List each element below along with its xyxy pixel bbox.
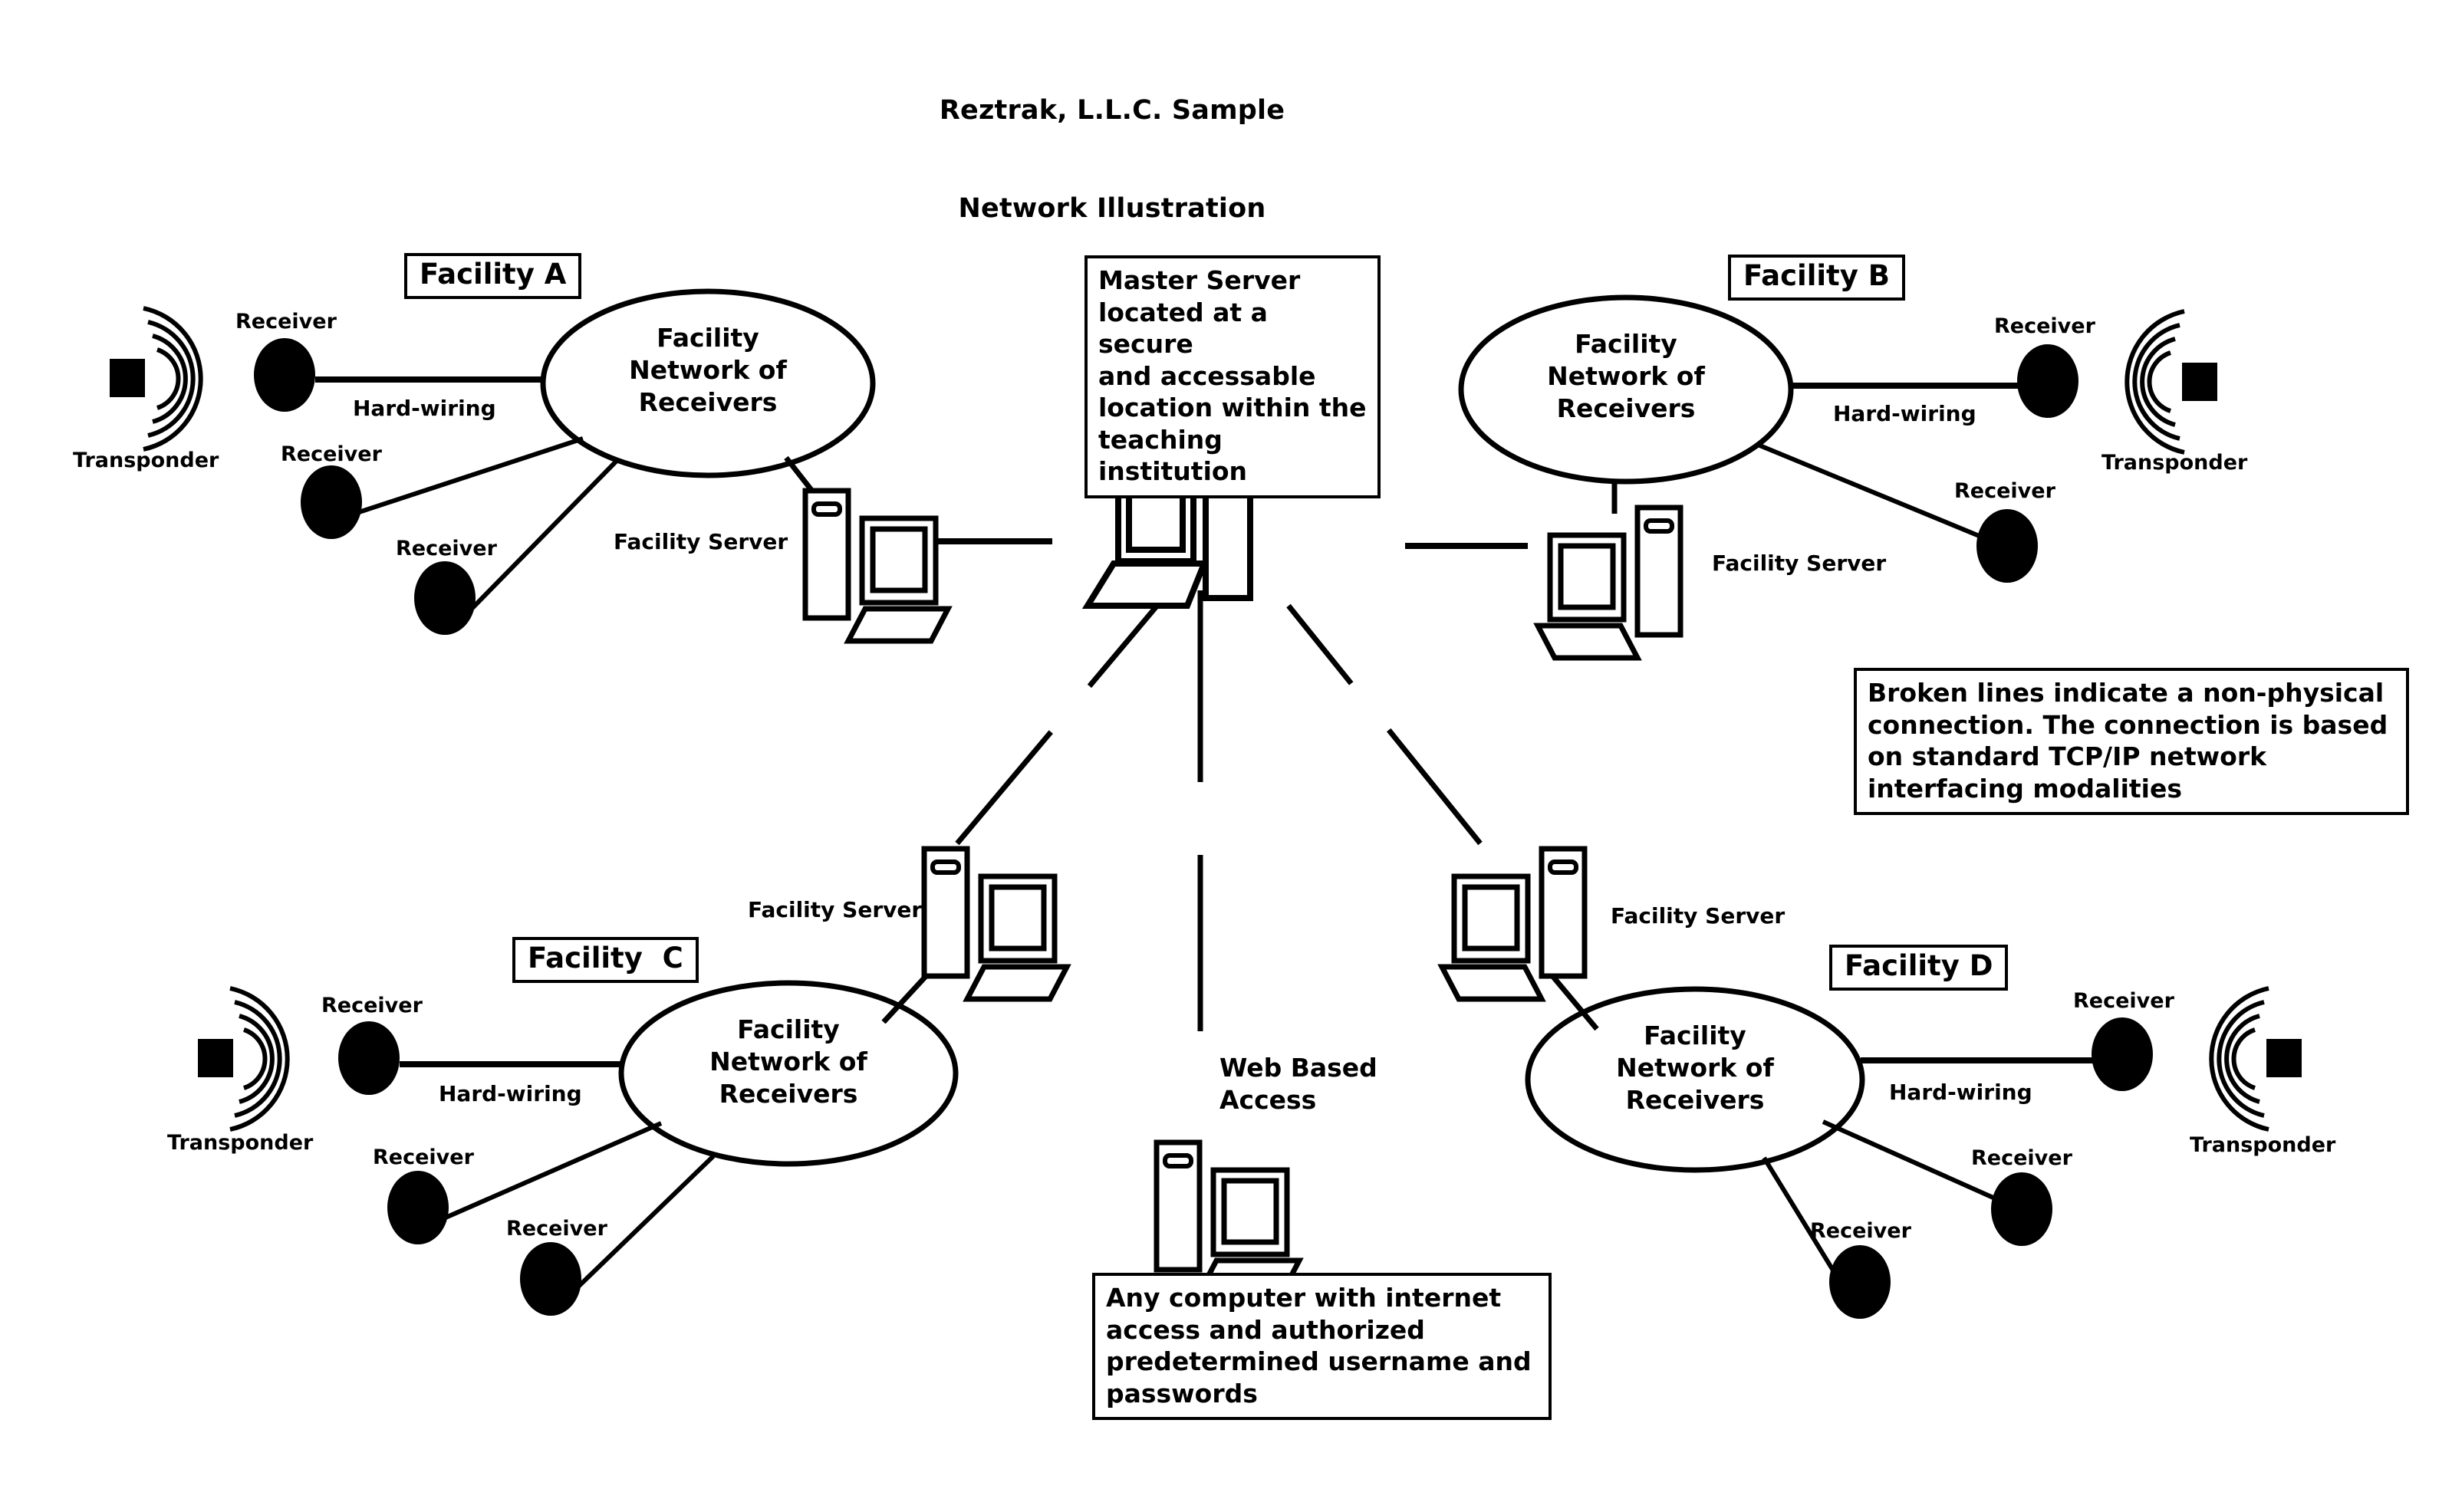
facility-a-group xyxy=(110,288,1074,641)
diagram-canvas: Reztrak, L.L.C. Sample Network Illustrat… xyxy=(0,0,2452,1512)
facility-b-server-label: Facility Server xyxy=(1712,551,1887,576)
facility-d-link-3 xyxy=(1762,1156,1837,1274)
facility-c-receiver-3-label: Receiver xyxy=(506,1217,607,1241)
facility-b-transponder-box xyxy=(2182,363,2217,401)
facility-a-receiver-3 xyxy=(414,561,476,635)
facility-b-cloud-label: Facility Network of Receivers xyxy=(1547,329,1705,424)
facility-d-link-2 xyxy=(1822,1119,1996,1201)
facility-d-receiver-1 xyxy=(2092,1017,2153,1091)
facility-a-server-label: Facility Server xyxy=(614,529,788,554)
facility-d-to-master-link xyxy=(1286,603,1483,846)
facility-c-to-master-link xyxy=(955,600,1162,846)
master-server-group xyxy=(1081,465,1253,1031)
page-title: Reztrak, L.L.C. Sample Network Illustrat… xyxy=(897,29,1327,291)
facility-b-transponder-waves-icon xyxy=(2127,311,2184,452)
facility-d-server-icon xyxy=(1442,849,1585,999)
facility-d-receiver-2-label: Receiver xyxy=(1971,1146,2072,1170)
facility-b-hard-wiring-label: Hard-wiring xyxy=(1833,401,1976,426)
facility-a-transponder-waves-icon xyxy=(143,308,201,449)
facility-b-receiver-2-label: Receiver xyxy=(1954,479,2055,503)
facility-d-server-label: Facility Server xyxy=(1611,903,1786,929)
facility-a-tag: Facility A xyxy=(404,253,582,299)
facility-a-server-icon xyxy=(805,491,948,641)
facility-c-server-icon xyxy=(924,849,1067,999)
facility-a-transponder-label: Transponder xyxy=(73,449,219,472)
facility-a-transponder-box xyxy=(110,359,145,397)
facility-a-receiver-2-label: Receiver xyxy=(281,442,382,466)
facility-c-receiver-2-label: Receiver xyxy=(373,1146,474,1169)
facility-c-cloud-label: Facility Network of Receivers xyxy=(709,1014,867,1109)
web-access-note: Any computer with internet access and au… xyxy=(1092,1273,1552,1421)
facility-c-transponder-waves-icon xyxy=(230,988,288,1129)
facility-d-cloud-label: Facility Network of Receivers xyxy=(1616,1021,1774,1116)
facility-c-server-label: Facility Server xyxy=(748,897,923,922)
facility-c-receiver-1 xyxy=(338,1021,400,1095)
facility-d-tag: Facility D xyxy=(1829,945,2009,991)
facility-d-receiver-1-label: Receiver xyxy=(2073,989,2174,1013)
facility-a-receiver-1-label: Receiver xyxy=(235,310,337,334)
web-access-label: Web Based Access xyxy=(1219,1053,1377,1116)
facility-b-tag: Facility B xyxy=(1728,255,1905,301)
facility-b-transponder-label: Transponder xyxy=(2101,451,2248,475)
page-title-line-1: Reztrak, L.L.C. Sample xyxy=(939,95,1285,127)
facility-c-transponder-box xyxy=(198,1039,233,1077)
facility-b-link-2 xyxy=(1756,442,1983,539)
facility-c-transponder-label: Transponder xyxy=(167,1131,314,1155)
web-access-pc-icon xyxy=(1157,1142,1299,1293)
broken-lines-note: Broken lines indicate a non-physical con… xyxy=(1854,668,2409,816)
facility-d-hard-wiring-label: Hard-wiring xyxy=(1889,1080,2032,1105)
facility-d-transponder-waves-icon xyxy=(2211,988,2269,1129)
facility-a-link-2 xyxy=(358,436,584,514)
facility-c-receiver-2 xyxy=(387,1171,449,1244)
facility-a-receiver-2 xyxy=(301,465,362,539)
page-title-line-2: Network Illustration xyxy=(958,193,1266,225)
facility-d-transponder-label: Transponder xyxy=(2190,1133,2336,1157)
master-server-note: Master Server located at a secure and ac… xyxy=(1084,255,1381,499)
facility-b-receiver-1 xyxy=(2017,344,2078,418)
facility-c-receiver-1-label: Receiver xyxy=(321,994,423,1017)
facility-d-transponder-box xyxy=(2266,1039,2302,1077)
facility-d-receiver-3 xyxy=(1829,1245,1891,1319)
facility-a-cloud-label: Facility Network of Receivers xyxy=(629,323,787,418)
facility-a-link-3 xyxy=(469,458,620,612)
facility-c-link-2 xyxy=(444,1121,663,1220)
facility-b-receiver-2 xyxy=(1976,509,2038,583)
facility-b-receiver-1-label: Receiver xyxy=(1994,314,2095,338)
facility-c-hard-wiring-label: Hard-wiring xyxy=(439,1081,582,1106)
facility-b-server-icon xyxy=(1538,508,1680,658)
facility-a-hard-wiring-label: Hard-wiring xyxy=(353,396,496,421)
facility-d-receiver-2 xyxy=(1991,1172,2052,1246)
web-access-group xyxy=(1157,1142,1299,1293)
facility-d-receiver-3-label: Receiver xyxy=(1810,1219,1911,1243)
facility-a-receiver-3-label: Receiver xyxy=(396,537,497,560)
facility-c-receiver-3 xyxy=(520,1242,581,1316)
facility-a-receiver-1 xyxy=(254,338,315,412)
facility-c-tag: Facility C xyxy=(512,937,699,983)
master-server-keyboard xyxy=(1081,560,1209,609)
